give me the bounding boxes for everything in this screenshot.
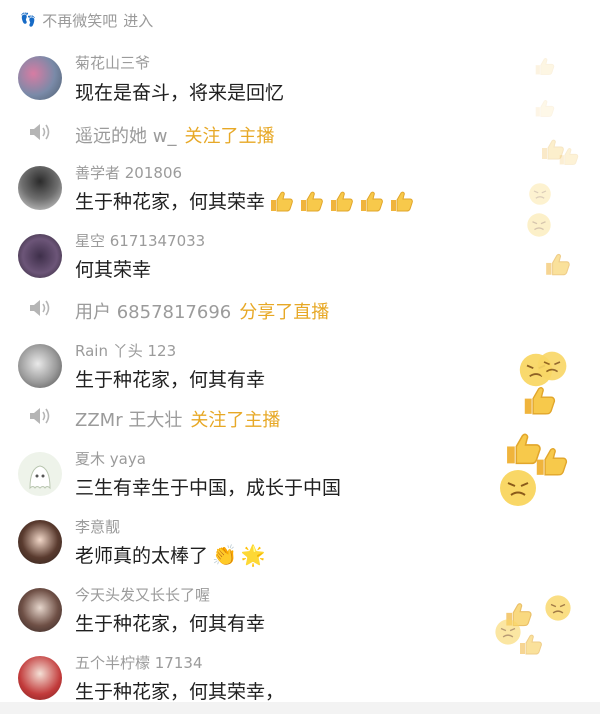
thumbs-up-icon [299,190,325,212]
message-text: 老师真的太棒了 👏 🌟 [75,542,266,568]
clap-icon: 👏 [212,542,237,567]
username[interactable]: 五个半柠檬 17134 [75,652,203,673]
thumbs-up-icon [534,56,556,76]
thumbs-up-icon [522,384,558,416]
thumbs-up-icon [534,444,570,478]
avatar[interactable] [18,520,62,564]
footprint-icon: 👣 [20,12,37,28]
avatar[interactable] [18,56,62,100]
username[interactable]: 用户 6857817696 [75,298,231,324]
smiley-face-icon [498,468,538,508]
username[interactable]: 今天头发又长长了喔 [75,584,210,605]
username[interactable]: ZZMr 王大壮 [75,406,182,432]
avatar[interactable] [18,656,62,700]
thumbs-up-icon [359,190,385,212]
speaker-icon [30,408,50,424]
avatar[interactable] [18,588,62,632]
username[interactable]: 夏木 yaya [75,448,146,469]
thumbs-up-icon [269,190,295,212]
speaker-icon [30,124,50,140]
smiley-face-icon [544,594,572,622]
username[interactable]: 星空 6171347033 [75,230,205,251]
top-notice-text: 不再微笑吧 [42,11,118,30]
username[interactable]: 遥远的她 w_ [75,122,176,148]
message-text: 生于种花家，何其有幸 [75,369,266,391]
message-text: 生于种花家，何其有幸 [75,613,266,635]
smiley-face-icon [528,182,552,206]
username[interactable]: 李意靓 [75,516,120,537]
message-text: 何其荣幸 [75,259,152,281]
thumbs-up-icon [518,632,544,656]
username[interactable]: Rain 丫头 123 [75,340,176,361]
avatar[interactable] [18,166,62,210]
thumbs-up-icon [389,190,415,212]
message-text: 生于种花家，何其荣幸， [75,681,285,703]
message-text: 现在是奋斗，将来是回忆 [75,82,285,104]
message-text: 生于种花家，何其荣幸 [75,187,415,214]
action-text: 关注了主播 [190,410,281,431]
avatar[interactable] [18,344,62,388]
speaker-icon [30,300,50,316]
bottom-divider [0,702,600,714]
avatar[interactable] [18,452,62,496]
thumbs-up-icon [534,98,556,118]
avatar[interactable] [18,234,62,278]
thumbs-up-icon [329,190,355,212]
action-text: 分享了直播 [239,302,330,323]
thumbs-up-icon [544,252,572,276]
message-text: 三生有幸生于中国，成长于中国 [75,477,342,499]
sparkle-icon: 🌟 [240,542,266,567]
username[interactable]: 善学者 201806 [75,162,182,183]
smiley-face-icon [526,212,552,238]
thumbs-up-icon [558,146,580,166]
username[interactable]: 菊花山三爷 [75,52,150,73]
avatar-ghost-icon [29,465,51,490]
smiley-face-icon [536,350,568,382]
top-notice-action[interactable]: 进入 [123,10,153,31]
action-text: 关注了主播 [184,126,275,147]
top-notice[interactable]: 👣 不再微笑吧 进入 [20,8,153,32]
